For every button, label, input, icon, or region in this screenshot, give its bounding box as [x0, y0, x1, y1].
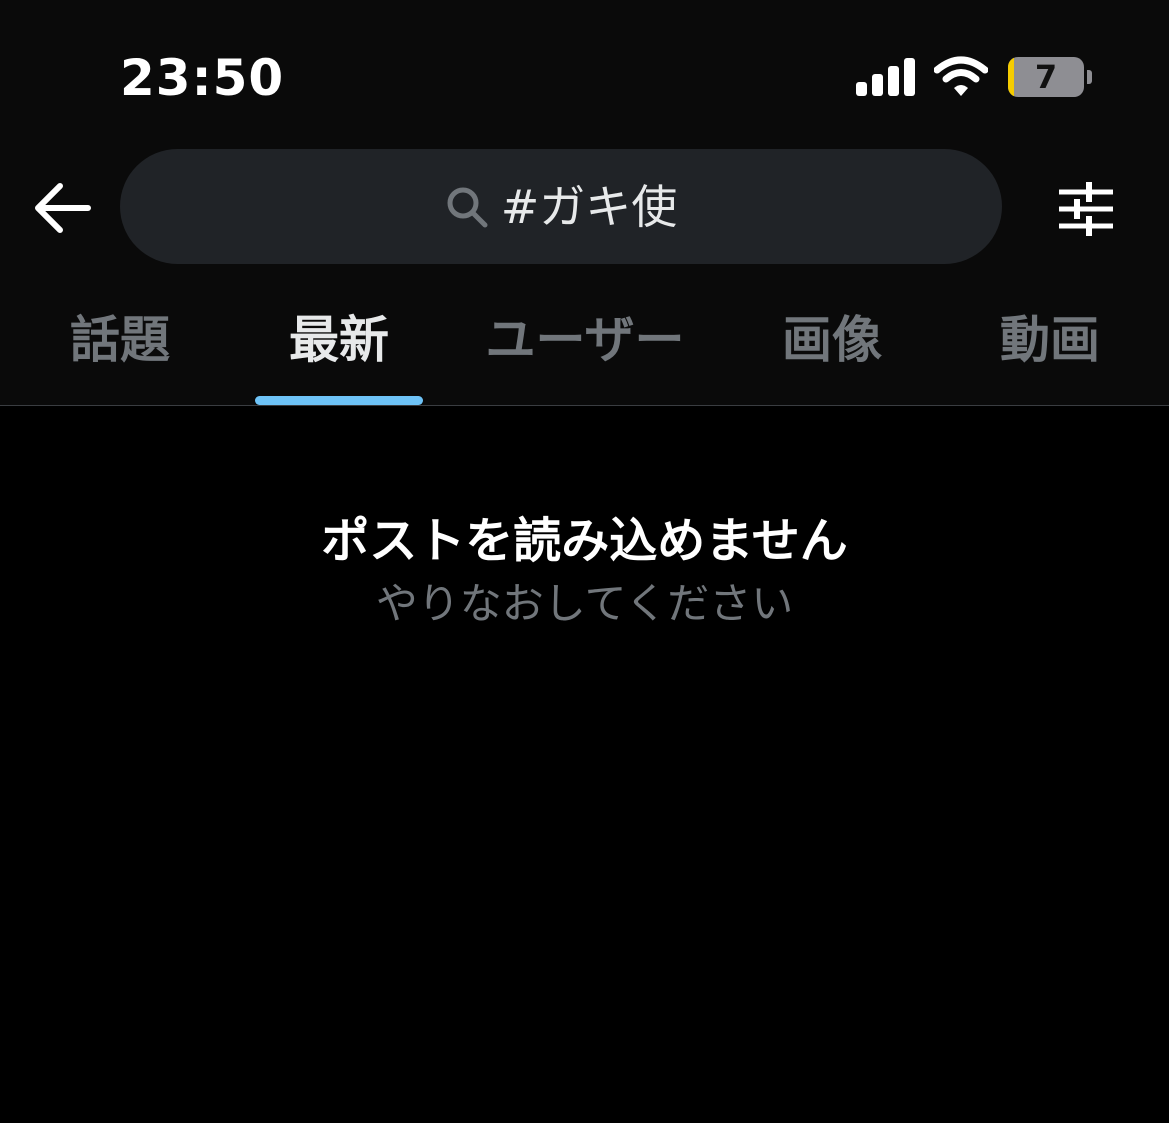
search-icon — [447, 187, 488, 227]
cellular-signal-icon — [856, 58, 915, 96]
active-tab-indicator — [255, 396, 423, 405]
search-tabs: 話題 最新 ユーザー 画像 動画 — [0, 290, 1169, 405]
tab-trending[interactable]: 話題 — [40, 290, 200, 405]
tab-label: ユーザー — [485, 311, 685, 369]
tab-label: 最新 — [289, 311, 389, 369]
tab-users[interactable]: ユーザー — [470, 290, 700, 405]
retry-message[interactable]: やりなおしてください — [0, 574, 1169, 634]
search-content: #ガキ使 — [120, 149, 1002, 264]
status-time: 23:50 — [120, 49, 285, 107]
tabs-divider — [0, 405, 1169, 406]
tab-latest[interactable]: 最新 — [255, 290, 423, 405]
tab-label: 話題 — [70, 311, 170, 369]
sliders-icon — [1059, 182, 1113, 236]
battery-icon: 7 — [1008, 57, 1084, 97]
battery-indicator: 7 — [1008, 57, 1092, 99]
error-title: ポストを読み込めません — [321, 513, 848, 569]
tab-label: 動画 — [1000, 311, 1100, 369]
wifi-icon — [934, 56, 988, 96]
back-button[interactable] — [30, 180, 94, 236]
search-input[interactable]: #ガキ使 — [120, 149, 1002, 264]
status-bar: 23:50 7 — [0, 0, 1169, 140]
tab-videos[interactable]: 動画 — [970, 290, 1130, 405]
search-filter-button[interactable] — [1056, 180, 1116, 236]
battery-cap — [1087, 70, 1092, 84]
arrow-left-icon — [35, 183, 91, 233]
battery-percent: 7 — [1034, 58, 1058, 96]
search-query: #ガキ使 — [500, 179, 678, 234]
tab-images[interactable]: 画像 — [752, 290, 912, 405]
tab-label: 画像 — [782, 311, 882, 369]
